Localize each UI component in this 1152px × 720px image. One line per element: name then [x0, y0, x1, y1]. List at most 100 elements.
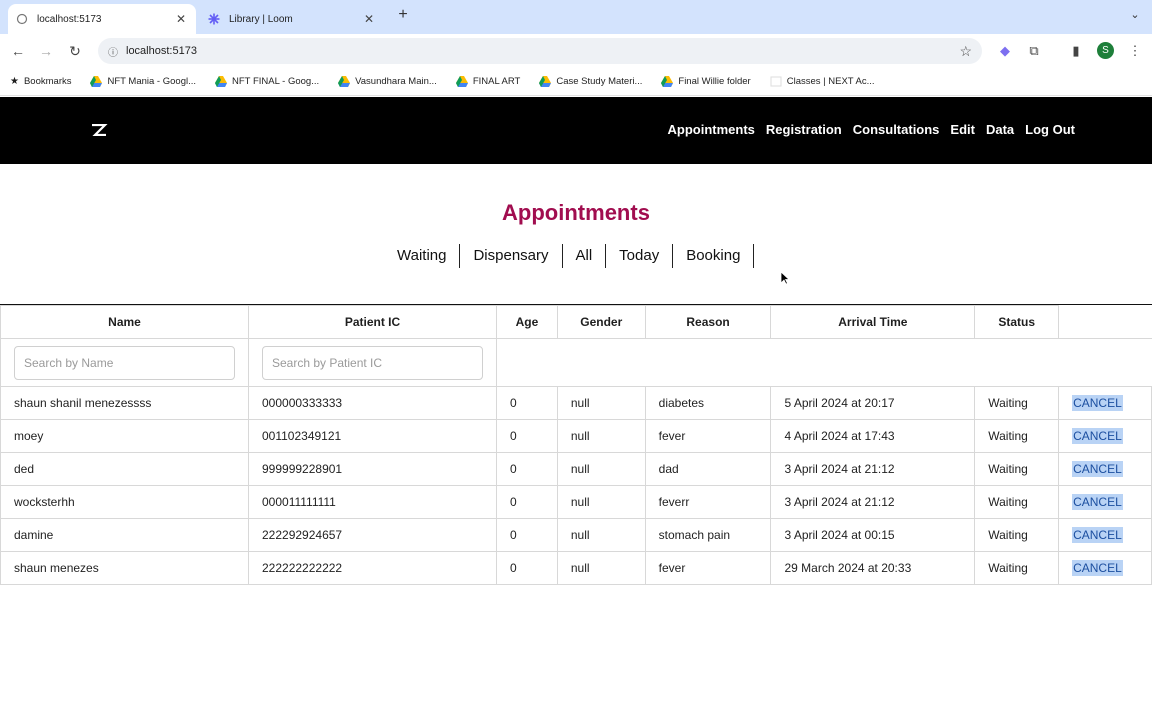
- cell-gender: null: [556, 386, 646, 420]
- cell-arrival-time: 3 April 2024 at 21:12: [770, 452, 976, 486]
- search-name-input[interactable]: [14, 345, 235, 380]
- bookmark-item[interactable]: Final Willie folder: [661, 76, 751, 87]
- url-text: localhost:5173: [126, 45, 197, 57]
- filter-all[interactable]: All: [563, 244, 607, 268]
- nav-edit[interactable]: Edit: [950, 122, 975, 137]
- cancel-button[interactable]: CANCEL: [1072, 395, 1123, 411]
- cell-reason: diabetes: [644, 386, 772, 420]
- page-title: Appointments: [502, 200, 650, 225]
- google-drive-icon: [215, 76, 228, 87]
- cell-action: CANCEL: [1058, 452, 1152, 486]
- reload-icon[interactable]: ↻: [66, 42, 84, 60]
- filter-waiting[interactable]: Waiting: [384, 244, 461, 268]
- search-row-spacer: [496, 338, 1152, 387]
- cell-patient-ic: 001102349121: [248, 419, 497, 453]
- cancel-button[interactable]: CANCEL: [1072, 494, 1123, 510]
- cell-age: 0: [496, 518, 558, 552]
- table-row: ded 999999228901 0 null dad 3 April 2024…: [0, 452, 1152, 486]
- nav-appointments[interactable]: Appointments: [668, 122, 755, 137]
- profile-avatar[interactable]: S: [1097, 42, 1114, 59]
- cell-name: ded: [0, 452, 249, 486]
- bookmark-item[interactable]: Vasundhara Main...: [338, 76, 437, 87]
- cell-gender: null: [556, 485, 646, 519]
- nav-consultations[interactable]: Consultations: [853, 122, 940, 137]
- google-drive-icon: [455, 76, 468, 87]
- filter-today[interactable]: Today: [606, 244, 674, 268]
- nav-log-out[interactable]: Log Out: [1025, 122, 1075, 137]
- bookmark-star-icon[interactable]: ☆: [959, 43, 972, 60]
- bookmark-item[interactable]: Classes | NEXT Ac...: [770, 76, 875, 87]
- cell-arrival-time: 4 April 2024 at 17:43: [770, 419, 976, 453]
- bookmarks-folder[interactable]: ★ Bookmarks: [10, 76, 71, 87]
- column-header-gender: Gender: [556, 305, 646, 339]
- browser-tab-active[interactable]: localhost:5173 ✕: [8, 4, 196, 34]
- search-ic-input[interactable]: [262, 345, 483, 380]
- menu-icon[interactable]: ⋮: [1126, 42, 1144, 60]
- search-row: [0, 338, 1152, 387]
- column-header-action: [1059, 306, 1152, 339]
- address-bar[interactable]: ⓘ localhost:5173 ☆: [98, 38, 982, 64]
- close-tab-icon[interactable]: ✕: [362, 12, 376, 26]
- column-header-reason: Reason: [644, 305, 772, 339]
- cell-patient-ic: 000011111111: [248, 485, 497, 519]
- bookmark-item[interactable]: NFT FINAL - Goog...: [215, 76, 319, 87]
- cancel-button[interactable]: CANCEL: [1072, 461, 1123, 477]
- cancel-button[interactable]: CANCEL: [1072, 527, 1123, 543]
- cell-arrival-time: 3 April 2024 at 21:12: [770, 485, 976, 519]
- table-row: shaun menezes 222222222222 0 null fever …: [0, 551, 1152, 585]
- table-row: moey 001102349121 0 null fever 4 April 2…: [0, 419, 1152, 453]
- close-tab-icon[interactable]: ✕: [174, 12, 188, 26]
- bookmark-item[interactable]: FINAL ART: [455, 76, 520, 87]
- bookmark-item[interactable]: Case Study Materi...: [539, 76, 642, 87]
- star-icon: ★: [10, 76, 19, 87]
- cell-name: moey: [0, 419, 249, 453]
- cell-name: wocksterhh: [0, 485, 249, 519]
- new-tab-icon[interactable]: +: [394, 6, 412, 26]
- cell-reason: feverr: [644, 485, 772, 519]
- back-icon[interactable]: ←: [9, 42, 27, 60]
- cell-status: Waiting: [974, 419, 1060, 453]
- cell-gender: null: [556, 452, 646, 486]
- cell-patient-ic: 999999228901: [248, 452, 497, 486]
- cell-patient-ic: 222222222222: [248, 551, 497, 585]
- google-drive-icon: [661, 76, 674, 87]
- cell-status: Waiting: [974, 485, 1060, 519]
- app-navbar: Appointments Registration Consultations …: [0, 97, 1152, 164]
- cancel-button[interactable]: CANCEL: [1072, 560, 1123, 576]
- logo-icon[interactable]: [90, 123, 108, 137]
- bookmark-item[interactable]: NFT Mania - Googl...: [90, 76, 196, 87]
- cell-status: Waiting: [974, 452, 1060, 486]
- browser-tab-strip: localhost:5173 ✕ Library | Loom ✕ + ⌄: [0, 0, 1152, 34]
- tab-search-icon[interactable]: ⌄: [1126, 8, 1144, 26]
- google-drive-icon: [90, 76, 103, 87]
- cell-name: damine: [0, 518, 249, 552]
- cancel-button[interactable]: CANCEL: [1072, 428, 1123, 444]
- search-ic-cell: [248, 338, 497, 387]
- forward-icon[interactable]: →: [37, 42, 55, 60]
- table-row: damine 222292924657 0 null stomach pain …: [0, 518, 1152, 552]
- extension-icon[interactable]: ◆: [996, 42, 1014, 60]
- column-header-age: Age: [496, 305, 558, 339]
- site-info-icon[interactable]: ⓘ: [108, 44, 122, 59]
- puzzle-icon[interactable]: ⧉: [1025, 42, 1043, 60]
- nav-data[interactable]: Data: [986, 122, 1014, 137]
- column-header-arrival-time: Arrival Time: [770, 305, 976, 339]
- table-row: wocksterhh 000011111111 0 null feverr 3 …: [0, 485, 1152, 519]
- cell-reason: dad: [644, 452, 772, 486]
- filter-dispensary[interactable]: Dispensary: [460, 244, 563, 268]
- browser-tab-loom[interactable]: Library | Loom ✕: [200, 4, 384, 34]
- nav-registration[interactable]: Registration: [766, 122, 842, 137]
- google-drive-icon: [338, 76, 351, 87]
- cell-patient-ic: 000000333333: [248, 386, 497, 420]
- cell-arrival-time: 5 April 2024 at 20:17: [770, 386, 976, 420]
- nav-links: Appointments Registration Consultations …: [657, 122, 1075, 137]
- cell-reason: stomach pain: [644, 518, 772, 552]
- side-panel-icon[interactable]: ▮: [1067, 42, 1085, 60]
- cell-action: CANCEL: [1058, 551, 1152, 585]
- search-name-cell: [0, 338, 249, 387]
- filter-booking[interactable]: Booking: [673, 244, 755, 268]
- cell-reason: fever: [644, 551, 772, 585]
- tab-title: Library | Loom: [229, 13, 293, 25]
- appointments-table: Name Patient IC Age Gender Reason Arriva…: [0, 304, 1152, 585]
- cell-action: CANCEL: [1058, 485, 1152, 519]
